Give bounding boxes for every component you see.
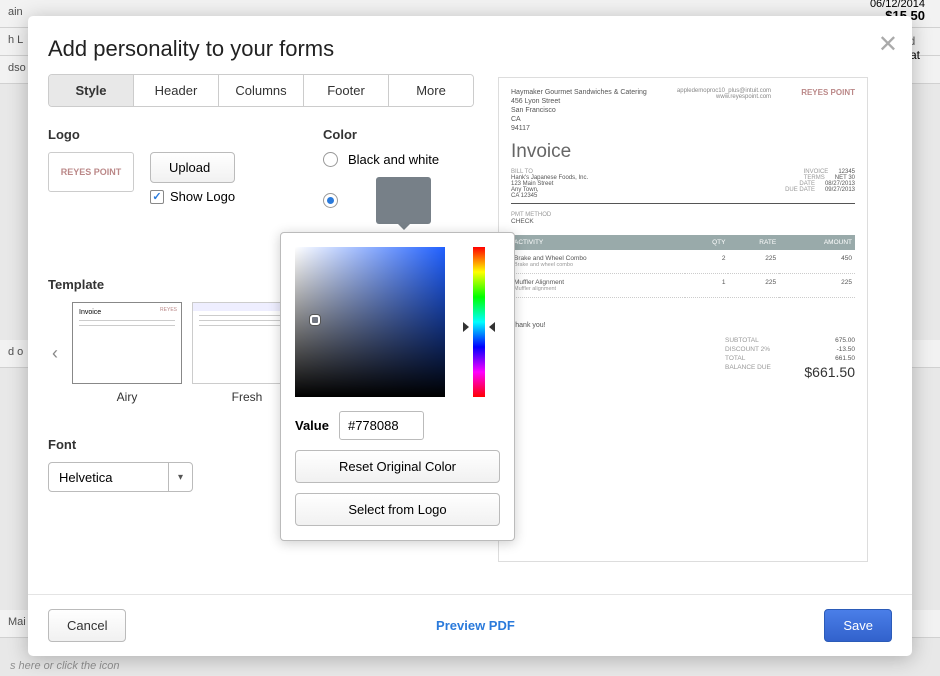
template-label: Template bbox=[48, 277, 302, 292]
value-label: Value bbox=[295, 418, 329, 433]
font-label: Font bbox=[48, 437, 193, 452]
chevron-left-icon[interactable]: ‹ bbox=[48, 343, 62, 364]
color-label: Color bbox=[323, 127, 439, 142]
tab-style[interactable]: Style bbox=[49, 75, 134, 106]
show-logo-checkbox[interactable]: ✓ Show Logo bbox=[150, 189, 235, 204]
template-section: Template ‹ Invoice REYES Airy F bbox=[48, 277, 302, 404]
font-section: Font Helvetica ▾ bbox=[48, 437, 193, 492]
customize-forms-modal: Add personality to your forms ✕ Style He… bbox=[28, 16, 912, 656]
table-row: Brake and Wheel ComboBrake and wheel com… bbox=[511, 250, 855, 274]
font-value: Helvetica bbox=[49, 470, 168, 485]
select-from-logo-button[interactable]: Select from Logo bbox=[295, 493, 500, 526]
bw-label: Black and white bbox=[348, 152, 439, 167]
saturation-value-area[interactable] bbox=[295, 247, 445, 397]
template-name: Fresh bbox=[232, 390, 263, 404]
preview-totals: SUBTOTAL675.00 DISCOUNT 2%-13.50 TOTAL66… bbox=[725, 336, 855, 381]
color-section: Color Black and white bbox=[323, 127, 439, 234]
close-icon[interactable]: ✕ bbox=[878, 30, 898, 59]
font-select[interactable]: Helvetica ▾ bbox=[48, 462, 193, 492]
preview-billto: BILL TO Hank's Japanese Foods, Inc. 123 … bbox=[511, 169, 588, 199]
tab-footer[interactable]: Footer bbox=[304, 75, 389, 106]
tab-columns[interactable]: Columns bbox=[219, 75, 304, 106]
modal-body: Logo REYES POINT Upload ✓ Show Logo Colo… bbox=[28, 107, 912, 594]
preview-logo: REYES POINT bbox=[801, 88, 855, 133]
color-value-input[interactable] bbox=[339, 411, 424, 440]
radio-checked-icon bbox=[323, 193, 338, 208]
hue-cursor[interactable] bbox=[469, 325, 489, 329]
modal-header: Add personality to your forms ✕ bbox=[28, 16, 912, 74]
preview-pdf-link[interactable]: Preview PDF bbox=[436, 618, 515, 633]
modal-footer: Cancel Preview PDF Save bbox=[28, 594, 912, 656]
show-logo-label: Show Logo bbox=[170, 189, 235, 204]
hue-slider[interactable] bbox=[473, 247, 485, 397]
cancel-button[interactable]: Cancel bbox=[48, 609, 126, 642]
pmt-method: CHECK bbox=[511, 218, 855, 225]
color-swatch[interactable] bbox=[376, 177, 431, 224]
sv-cursor[interactable] bbox=[310, 315, 320, 325]
logo-thumbnail[interactable]: REYES POINT bbox=[48, 152, 134, 192]
preview-company: Haymaker Gourmet Sandwiches & Catering 4… bbox=[511, 88, 647, 133]
chevron-down-icon[interactable]: ▾ bbox=[168, 463, 192, 491]
tab-header[interactable]: Header bbox=[134, 75, 219, 106]
preview-line-table: ACTIVITY QTY RATE AMOUNT Brake and Wheel… bbox=[511, 235, 855, 298]
template-name: Airy bbox=[117, 390, 138, 404]
preview-contact: appledemoproc10_plus@intuit.com www.reye… bbox=[677, 88, 771, 133]
template-card-airy[interactable]: Invoice REYES Airy bbox=[72, 302, 182, 404]
modal-title: Add personality to your forms bbox=[48, 36, 892, 62]
preview-meta: INVOICE12345 TERMSNET 30 DATE08/27/2013 … bbox=[785, 169, 855, 199]
table-row: Muffler AlignmentMuffler alignment 1 225… bbox=[511, 274, 855, 298]
upload-button[interactable]: Upload bbox=[150, 152, 235, 183]
tabs: Style Header Columns Footer More bbox=[48, 74, 474, 107]
color-picker: Value Reset Original Color Select from L… bbox=[280, 232, 515, 541]
color-custom-option[interactable] bbox=[323, 177, 439, 224]
color-bw-option[interactable]: Black and white bbox=[323, 152, 439, 167]
save-button[interactable]: Save bbox=[824, 609, 892, 642]
radio-icon bbox=[323, 152, 338, 167]
reset-color-button[interactable]: Reset Original Color bbox=[295, 450, 500, 483]
invoice-preview: Haymaker Gourmet Sandwiches & Catering 4… bbox=[498, 77, 868, 562]
preview-thanks: Thank you! bbox=[511, 322, 546, 381]
tab-more[interactable]: More bbox=[389, 75, 473, 106]
swatch-arrow-icon bbox=[398, 224, 410, 230]
preview-title: Invoice bbox=[511, 141, 855, 163]
template-thumb: Invoice REYES bbox=[72, 302, 182, 384]
logo-text: REYES POINT bbox=[61, 167, 122, 177]
check-icon: ✓ bbox=[150, 190, 164, 204]
